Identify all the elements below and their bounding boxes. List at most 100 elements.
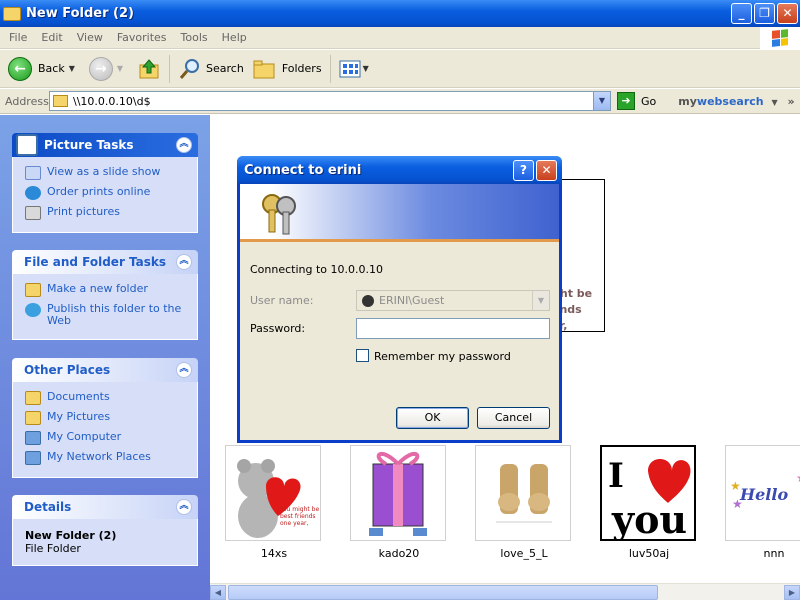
thumbnail: You might be best friends one year, bbox=[225, 445, 321, 541]
file-folder-tasks-title: File and Folder Tasks bbox=[24, 255, 167, 269]
dialog-titlebar[interactable]: Connect to erini ? ✕ bbox=[237, 156, 562, 184]
password-label: Password: bbox=[250, 322, 306, 335]
menu-help[interactable]: Help bbox=[222, 31, 247, 44]
task-label: Make a new folder bbox=[47, 282, 148, 295]
scroll-left-icon[interactable]: ◀ bbox=[210, 585, 226, 600]
file-folder-tasks-header[interactable]: File and Folder Tasks ︽ bbox=[12, 250, 198, 274]
task-view-slideshow[interactable]: View as a slide show bbox=[25, 166, 189, 180]
collapse-chevron-icon[interactable]: ︽ bbox=[176, 254, 192, 270]
task-print-pictures[interactable]: Print pictures bbox=[25, 206, 189, 220]
go-button[interactable]: ➜ Go bbox=[617, 92, 656, 110]
remember-password-checkbox[interactable] bbox=[356, 349, 369, 362]
scroll-right-icon[interactable]: ▶ bbox=[784, 585, 800, 600]
close-button[interactable]: ✕ bbox=[777, 3, 798, 24]
picture-tasks-icon bbox=[16, 134, 38, 156]
dialog-title: Connect to erini bbox=[244, 162, 362, 178]
svg-text:Hello: Hello bbox=[739, 485, 788, 504]
file-name: kado20 bbox=[378, 547, 420, 560]
folders-icon bbox=[253, 60, 275, 78]
file-item[interactable]: love_5_L bbox=[475, 445, 573, 560]
details-title: Details bbox=[24, 500, 72, 514]
forward-arrow-icon: → bbox=[88, 56, 113, 81]
other-places-header[interactable]: Other Places ︽ bbox=[12, 358, 198, 382]
task-order-prints[interactable]: Order prints online bbox=[25, 186, 189, 200]
task-label: Publish this folder to the Web bbox=[47, 302, 182, 327]
cancel-button[interactable]: Cancel bbox=[477, 407, 550, 429]
back-dropdown-icon[interactable]: ▼ bbox=[69, 64, 75, 73]
task-make-new-folder[interactable]: Make a new folder bbox=[25, 283, 189, 297]
views-dropdown-icon: ▼ bbox=[362, 64, 369, 73]
forward-button[interactable]: → ▼ bbox=[88, 56, 123, 81]
websearch-prefix: my bbox=[678, 94, 697, 108]
ok-button[interactable]: OK bbox=[396, 407, 469, 429]
up-folder-button[interactable] bbox=[137, 57, 161, 81]
collapse-chevron-icon[interactable]: ︽ bbox=[176, 137, 192, 153]
toolbar-separator bbox=[169, 54, 171, 83]
chevron-more-icon[interactable]: » bbox=[787, 95, 794, 108]
minimize-button[interactable]: _ bbox=[731, 3, 752, 24]
mywebsearch-button[interactable]: mywebsearch ▼ » bbox=[678, 95, 794, 108]
scroll-thumb[interactable] bbox=[228, 585, 658, 600]
address-label: Address bbox=[5, 94, 49, 108]
task-publish-web[interactable]: Publish this folder to the Web bbox=[25, 303, 189, 327]
back-arrow-icon: ← bbox=[8, 56, 32, 81]
love-cartoon-image bbox=[496, 464, 552, 523]
file-item[interactable]: You might be best friends one year, 14xs bbox=[225, 445, 323, 560]
details-panel: Details ︽ New Folder (2) File Folder bbox=[12, 495, 198, 566]
window-title: New Folder (2) bbox=[26, 6, 134, 21]
place-my-pictures[interactable]: My Pictures bbox=[25, 411, 189, 425]
connect-dialog: Connect to erini ? ✕ Connecting to 10.0.… bbox=[237, 156, 562, 443]
connecting-text: Connecting to 10.0.0.10 bbox=[250, 263, 384, 276]
go-label: Go bbox=[641, 94, 657, 108]
file-folder-tasks-body: Make a new folder Publish this folder to… bbox=[12, 274, 198, 340]
user-icon bbox=[362, 294, 374, 307]
folders-button[interactable]: Folders bbox=[252, 57, 322, 81]
menu-file[interactable]: File bbox=[9, 31, 27, 44]
place-my-computer[interactable]: My Computer bbox=[25, 431, 189, 445]
address-bar: Address \\10.0.0.10\d$ ▼ ➜ Go mywebsearc… bbox=[0, 89, 800, 114]
address-input[interactable]: \\10.0.0.10\d$ ▼ bbox=[49, 91, 611, 111]
place-documents[interactable]: Documents bbox=[25, 391, 189, 405]
toolbar-separator bbox=[329, 54, 331, 83]
svg-text:you: you bbox=[611, 497, 687, 539]
back-button[interactable]: ← Back ▼ bbox=[8, 56, 75, 81]
collapse-chevron-icon[interactable]: ︽ bbox=[176, 499, 192, 515]
place-label: My Pictures bbox=[47, 410, 111, 423]
place-my-network-places[interactable]: My Network Places bbox=[25, 451, 189, 465]
go-arrow-icon: ➜ bbox=[617, 92, 635, 110]
other-places-panel: Other Places ︽ Documents My Pictures My … bbox=[12, 358, 198, 478]
folder-icon bbox=[3, 6, 21, 21]
details-header[interactable]: Details ︽ bbox=[12, 495, 198, 519]
other-places-title: Other Places bbox=[24, 363, 111, 377]
address-dropdown-icon[interactable]: ▼ bbox=[593, 92, 610, 110]
horizontal-scrollbar[interactable]: ◀ ▶ bbox=[210, 583, 800, 600]
views-button[interactable]: ▼ bbox=[339, 59, 369, 79]
window-titlebar[interactable]: New Folder (2) _ ❐ ✕ bbox=[0, 0, 800, 27]
documents-icon bbox=[25, 391, 41, 405]
file-item[interactable]: I you luv50aj bbox=[600, 445, 698, 560]
file-item[interactable]: Hello ★ ★ ★ nnn bbox=[725, 445, 800, 560]
collapse-chevron-icon[interactable]: ︽ bbox=[176, 362, 192, 378]
other-places-body: Documents My Pictures My Computer My Net… bbox=[12, 382, 198, 478]
remember-password-label[interactable]: Remember my password bbox=[374, 350, 511, 363]
dialog-close-button[interactable]: ✕ bbox=[536, 160, 557, 181]
search-button[interactable]: Search bbox=[178, 57, 244, 81]
menu-favorites[interactable]: Favorites bbox=[117, 31, 167, 44]
help-button[interactable]: ? bbox=[513, 160, 534, 181]
menu-view[interactable]: View bbox=[77, 31, 103, 44]
place-label: My Computer bbox=[47, 430, 122, 443]
details-type: File Folder bbox=[25, 542, 81, 555]
publish-web-icon bbox=[25, 303, 41, 317]
views-icon bbox=[339, 60, 361, 77]
password-field[interactable] bbox=[356, 318, 550, 339]
menu-tools[interactable]: Tools bbox=[181, 31, 208, 44]
username-label: User name: bbox=[250, 294, 314, 307]
picture-tasks-header[interactable]: Picture Tasks ︽ bbox=[12, 133, 198, 157]
keys-icon bbox=[262, 194, 296, 235]
svg-text:★: ★ bbox=[730, 479, 741, 493]
folder-icon bbox=[53, 95, 68, 107]
thumbnail-caption: You might be best friends one year, bbox=[280, 506, 320, 527]
maximize-button[interactable]: ❐ bbox=[754, 3, 775, 24]
file-item[interactable]: kado20 bbox=[350, 445, 448, 560]
menu-edit[interactable]: Edit bbox=[41, 31, 62, 44]
